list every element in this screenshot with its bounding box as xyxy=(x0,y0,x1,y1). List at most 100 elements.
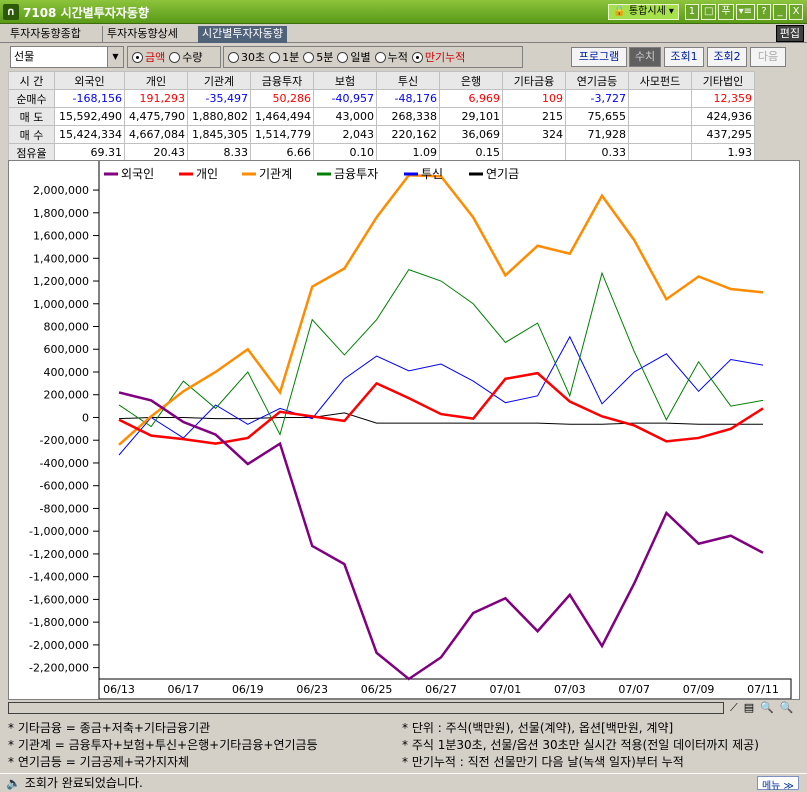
x-tick-label: 07/09 xyxy=(683,683,715,696)
note: * 연기금등 = 기금공제+국가지자체 xyxy=(8,755,190,769)
minimize-button[interactable]: _ xyxy=(773,4,787,20)
status-text: 조회가 완료되었습니다. xyxy=(24,776,143,790)
horizontal-scrollbar[interactable] xyxy=(8,702,724,714)
column-header: 연기금등 xyxy=(565,71,629,90)
radio-daily[interactable]: 일별 xyxy=(337,49,371,65)
y-tick-label: 1,400,000 xyxy=(33,252,89,265)
y-tick-label: 200,000 xyxy=(44,389,90,402)
options-button[interactable]: ▾≡ xyxy=(735,4,755,20)
radio-cumulative[interactable]: 누적 xyxy=(374,49,408,65)
column-header: 투신 xyxy=(376,71,440,90)
table-cell: -35,497 xyxy=(187,89,251,108)
program-button[interactable]: 프로그램 xyxy=(571,47,627,67)
x-tick-label: 06/13 xyxy=(103,683,135,696)
zoom-out-icon[interactable]: 🔍 xyxy=(760,701,774,715)
column-header: 기관계 xyxy=(187,71,251,90)
new-window-button[interactable]: □ xyxy=(700,4,717,20)
x-tick-label: 06/17 xyxy=(168,683,200,696)
table-cell: 220,162 xyxy=(376,125,440,144)
integrated-quote-menu[interactable]: 🔒 통합시세 ▾ xyxy=(608,4,679,20)
table-cell: 8.33 xyxy=(187,143,251,162)
table-cell: 15,592,490 xyxy=(54,107,125,126)
notes-left: * 기타금융 = 종금+저축+기타금융기관 * 기관계 = 금융투자+보험+투신… xyxy=(8,720,318,771)
note: * 주식 1분30초, 선물/옵션 30초만 실시간 적용(전일 데이터까지 제… xyxy=(402,738,759,752)
x-tick-label: 06/23 xyxy=(296,683,328,696)
tab-investor-detail[interactable]: 투자자동향상세 xyxy=(102,26,182,43)
investor-table: 시 간 외국인 개인 기관계 금융투자 보험 투신 은행 기타금융 연기금등 사모펀드 기타법인 순매… xyxy=(8,71,755,162)
table-cell xyxy=(628,125,692,144)
tab-investor-summary[interactable]: 투자자동향종합 xyxy=(6,26,85,43)
legend-label: 금융투자 xyxy=(334,167,378,181)
y-tick-label: -1,200,000 xyxy=(29,548,89,561)
table-cell xyxy=(628,107,692,126)
query1-button[interactable]: 조회1 xyxy=(664,47,704,67)
table-cell: 215 xyxy=(502,107,566,126)
table-cell: 1,514,779 xyxy=(250,125,314,144)
legend-label: 연기금 xyxy=(486,167,519,181)
y-tick-label: -1,600,000 xyxy=(29,593,89,606)
menu-button[interactable]: 메뉴 ≫ xyxy=(756,776,799,792)
window-button-1[interactable]: 1 xyxy=(684,4,699,20)
table-cell: 268,338 xyxy=(376,107,440,126)
line-draw-icon[interactable]: ⟋ xyxy=(730,701,738,715)
radio-amount[interactable]: 금액 xyxy=(132,49,165,65)
table-cell: 6.66 xyxy=(250,143,314,162)
legend-label: 기관계 xyxy=(259,167,292,181)
table-cell: 324 xyxy=(502,125,566,144)
x-tick-label: 07/03 xyxy=(554,683,586,696)
y-tick-label: -600,000 xyxy=(40,480,89,493)
table-cell: 4,667,084 xyxy=(124,125,188,144)
radio-quantity[interactable]: 수량 xyxy=(169,49,203,65)
y-tick-label: 1,800,000 xyxy=(33,207,89,220)
table-row: 순매수 -168,156 191,293 -35,497 50,286 -40,957 -4… xyxy=(8,89,755,108)
note: * 만기누적 : 직전 선물만기 다음 날(녹색 일자)부터 누적 xyxy=(402,755,684,769)
query2-button[interactable]: 조회2 xyxy=(707,47,747,67)
column-header: 개인 xyxy=(124,71,188,90)
help-button[interactable]: ? xyxy=(757,4,771,20)
pin-button[interactable]: 푸 xyxy=(718,4,734,20)
table-cell: 1,845,305 xyxy=(187,125,251,144)
radio-5m[interactable]: 5분 xyxy=(303,49,333,65)
y-tick-label: 2,000,000 xyxy=(33,184,89,197)
table-cell xyxy=(628,143,692,162)
y-tick-label: 1,600,000 xyxy=(33,230,89,243)
table-cell: 2,043 xyxy=(313,125,377,144)
status-bar: 🔈 조회가 완료되었습니다. xyxy=(0,773,807,790)
zoom-in-icon[interactable]: 🔍 xyxy=(780,701,794,715)
tab-hourly-investor[interactable]: 시간별투자자동향 xyxy=(198,26,287,43)
table-row: 매 도 15,592,490 4,475,790 1,880,802 1,464,494… xyxy=(8,107,755,126)
x-tick-label: 06/27 xyxy=(425,683,457,696)
radio-1m[interactable]: 1분 xyxy=(269,49,299,65)
table-cell: -40,957 xyxy=(313,89,377,108)
market-select[interactable]: 선물 ▼ xyxy=(10,46,124,68)
investor-line-chart: 2,000,000 1,800,000 1,600,000 1,400,000 1,20… xyxy=(8,160,800,700)
x-tick-label: 07/11 xyxy=(747,683,779,696)
numeric-button[interactable]: 수치 xyxy=(629,47,661,67)
y-tick-label: 1,200,000 xyxy=(33,275,89,288)
y-tick-label: -1,400,000 xyxy=(29,571,89,584)
table-cell: 69.31 xyxy=(54,143,125,162)
print-icon[interactable]: ▤ xyxy=(744,701,754,715)
column-header: 기타법인 xyxy=(691,71,755,90)
chevron-down-icon[interactable]: ▼ xyxy=(107,47,123,67)
radio-expiry-cumulative[interactable]: 만기누적 xyxy=(411,49,465,65)
column-header: 사모펀드 xyxy=(628,71,692,90)
tab-bar: 투자자동향종합 투자자동향상세 시간별투자자동향 편집 xyxy=(0,24,807,43)
column-header: 기타금융 xyxy=(502,71,566,90)
table-cell: 15,424,334 xyxy=(54,125,125,144)
x-tick-label: 06/25 xyxy=(361,683,393,696)
column-header: 외국인 xyxy=(54,71,125,90)
y-tick-label: 600,000 xyxy=(44,343,90,356)
table-cell: 75,655 xyxy=(565,107,629,126)
edit-button[interactable]: 편집 xyxy=(775,25,804,42)
close-button[interactable]: X xyxy=(789,4,803,20)
note: * 기관계 = 금융투자+보험+투신+은행+기타금융+연기금등 xyxy=(8,738,318,752)
table-cell: 4,475,790 xyxy=(124,107,188,126)
radio-30s[interactable]: 30초 xyxy=(228,49,265,65)
table-cell: -168,156 xyxy=(54,89,125,108)
y-tick-label: 400,000 xyxy=(44,366,90,379)
next-button[interactable]: 다음 xyxy=(750,47,786,67)
column-header: 시 간 xyxy=(8,71,55,90)
note: * 기타금융 = 종금+저축+기타금융기관 xyxy=(8,721,211,735)
x-tick-label: 06/19 xyxy=(232,683,264,696)
